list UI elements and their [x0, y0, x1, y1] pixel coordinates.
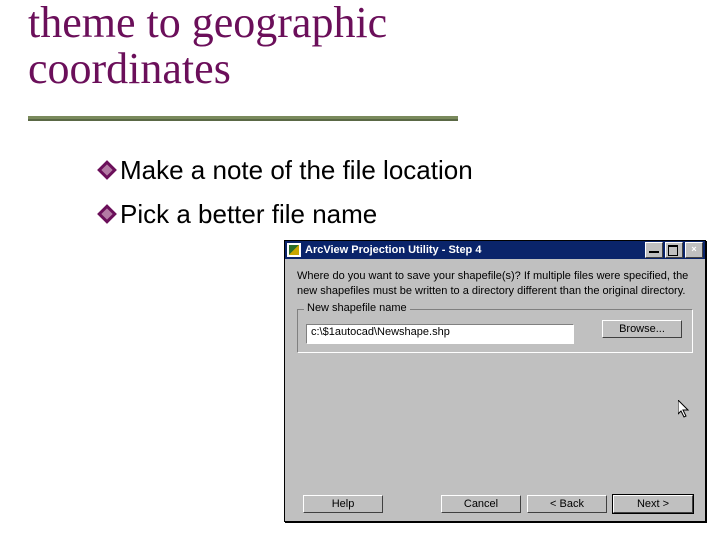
bullet-icon	[100, 207, 114, 221]
maximize-button[interactable]	[665, 242, 683, 258]
next-button[interactable]: Next >	[613, 495, 693, 513]
bullet-icon	[100, 163, 114, 177]
title-underline	[28, 116, 458, 119]
bullet-text: Pick a better file name	[120, 194, 377, 234]
cursor-icon	[678, 400, 692, 420]
window-title: ArcView Projection Utility - Step 4	[305, 244, 645, 256]
browse-button[interactable]: Browse...	[602, 320, 682, 338]
shapefile-path-input[interactable]: c:\$1autocad\Newshape.shp	[306, 324, 574, 344]
projection-dialog: ArcView Projection Utility - Step 4 × Wh…	[284, 240, 706, 522]
page-title: theme to geographic coordinates	[28, 0, 448, 92]
fieldset-legend: New shapefile name	[304, 302, 410, 314]
bullet-text: Make a note of the file location	[120, 150, 473, 190]
list-item: Make a note of the file location	[100, 150, 473, 190]
back-button[interactable]: < Back	[527, 495, 607, 513]
minimize-button[interactable]	[645, 242, 663, 258]
bullet-list: Make a note of the file location Pick a …	[100, 150, 473, 239]
titlebar[interactable]: ArcView Projection Utility - Step 4 ×	[285, 241, 705, 259]
help-button[interactable]: Help	[303, 495, 383, 513]
list-item: Pick a better file name	[100, 194, 473, 234]
instruction-text: Where do you want to save your shapefile…	[297, 269, 693, 299]
app-icon	[287, 243, 301, 257]
cancel-button[interactable]: Cancel	[441, 495, 521, 513]
new-shapefile-fieldset: New shapefile name c:\$1autocad\Newshape…	[297, 309, 693, 353]
close-button[interactable]: ×	[685, 242, 703, 258]
